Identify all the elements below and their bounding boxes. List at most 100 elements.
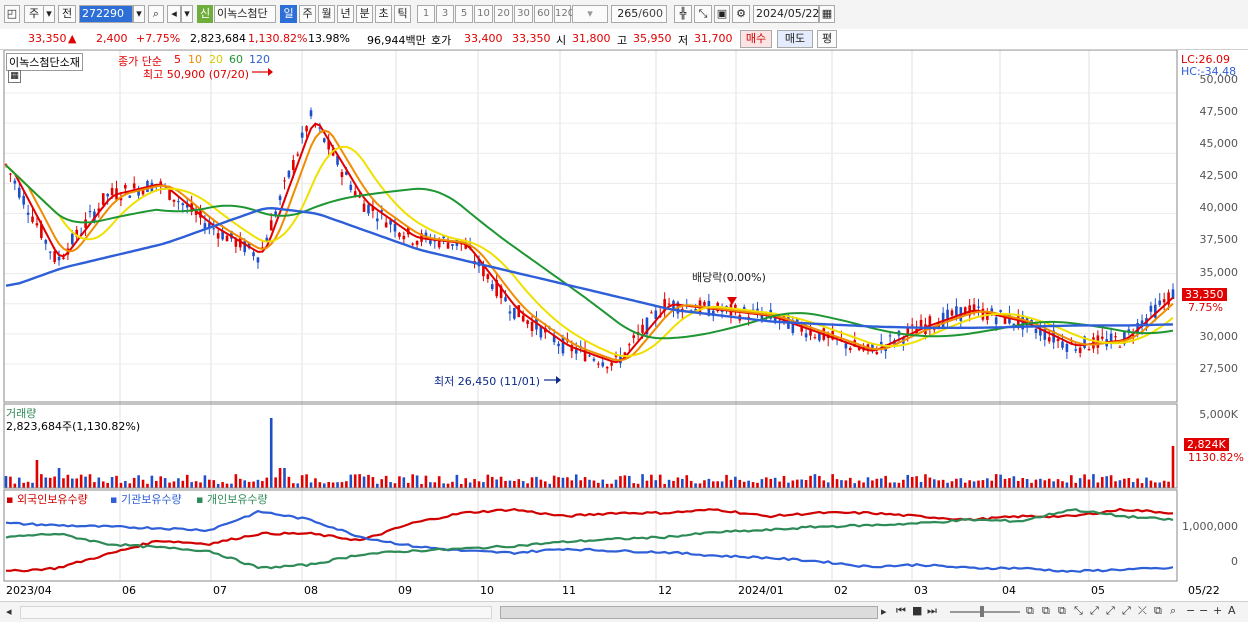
search-small-icon[interactable]: ⌕ bbox=[1170, 604, 1176, 618]
num-20[interactable]: 20 bbox=[494, 5, 513, 23]
period-day[interactable]: 일 bbox=[280, 5, 297, 23]
minus-zoom-icon[interactable]: − bbox=[1199, 604, 1208, 617]
volume-bar bbox=[963, 482, 967, 488]
eval-button[interactable]: 평 bbox=[817, 30, 837, 48]
ma-60[interactable]: 60 bbox=[229, 53, 243, 66]
code-input[interactable]: 272290 bbox=[79, 5, 133, 23]
candle-icon[interactable]: ╬ bbox=[674, 5, 692, 23]
period-month[interactable]: 월 bbox=[318, 5, 335, 23]
hold-axis-0: 0 bbox=[1231, 555, 1238, 568]
candle-body bbox=[490, 284, 494, 290]
ray-icon[interactable]: ⤢ bbox=[1122, 604, 1131, 618]
scroll-right-icon[interactable]: ▸ bbox=[881, 605, 887, 618]
mode-dropdown-icon[interactable]: ▾ bbox=[43, 5, 55, 23]
layout-icon[interactable]: ⧉ bbox=[1026, 604, 1034, 618]
num-5[interactable]: 5 bbox=[455, 5, 473, 23]
interval-dropdown[interactable]: ▾ bbox=[572, 5, 608, 23]
ma-20[interactable]: 20 bbox=[209, 53, 223, 66]
table-icon[interactable]: ▦ bbox=[8, 70, 21, 83]
num-3[interactable]: 3 bbox=[436, 5, 454, 23]
period-minute[interactable]: 분 bbox=[356, 5, 373, 23]
candle-body bbox=[451, 244, 454, 246]
layout3-icon[interactable]: ⧉ bbox=[1058, 604, 1066, 618]
num-60[interactable]: 60 bbox=[534, 5, 553, 23]
auto-scale-icon[interactable]: A bbox=[1228, 604, 1236, 617]
erase-icon[interactable]: ⤫ bbox=[1138, 604, 1147, 618]
trend-icon[interactable]: ⤢ bbox=[1090, 604, 1099, 618]
volume-bar bbox=[782, 475, 786, 488]
volume-bar bbox=[703, 480, 706, 488]
volume-bar bbox=[574, 474, 578, 488]
chart-area[interactable]: 이녹스첨단소재 종가 단순 5 10 20 60 120 ▦ 최고 50,900… bbox=[0, 50, 1248, 601]
zoom-slider[interactable] bbox=[950, 611, 1020, 613]
legend-institution-label: 기관보유수량 bbox=[120, 493, 182, 506]
volume-bar bbox=[769, 478, 773, 488]
buy-button[interactable]: 매수 bbox=[740, 30, 772, 48]
candle-body bbox=[62, 257, 65, 259]
chart-title[interactable]: 이녹스첨단소재 bbox=[6, 53, 83, 71]
stock-name[interactable]: 이녹스첨단 bbox=[214, 5, 276, 23]
volume-bar bbox=[1162, 480, 1166, 488]
count-field[interactable]: 265/600 bbox=[611, 5, 667, 23]
legend-foreign: ▪ 외국인보유수량 bbox=[6, 493, 88, 506]
stop-icon[interactable]: ■ bbox=[912, 604, 922, 617]
scroll-left-icon[interactable]: ◂ bbox=[6, 605, 12, 618]
search-icon[interactable]: ⌕ bbox=[148, 5, 164, 23]
ma-120[interactable]: 120 bbox=[249, 53, 270, 66]
ma-5[interactable]: 5 bbox=[174, 53, 181, 66]
fib-icon[interactable]: ⤢ bbox=[1106, 604, 1115, 618]
mode-button[interactable]: 주 bbox=[24, 5, 44, 23]
volume-bar bbox=[809, 475, 812, 488]
scroll-thumb[interactable] bbox=[500, 606, 878, 619]
num-30[interactable]: 30 bbox=[514, 5, 533, 23]
window-icon[interactable]: ◰ bbox=[4, 5, 20, 23]
volume-bar bbox=[420, 483, 423, 488]
last-page-icon[interactable]: ⏭ bbox=[927, 604, 937, 618]
first-page-icon[interactable]: ⏮ bbox=[896, 604, 906, 618]
volume-bar bbox=[296, 483, 300, 488]
volume-bar bbox=[353, 474, 357, 488]
zoom-slider-handle[interactable] bbox=[980, 606, 984, 617]
date-input[interactable]: 2024/05/22 bbox=[753, 5, 819, 23]
camera-icon[interactable]: ⧉ bbox=[1154, 604, 1162, 618]
volume-bar bbox=[225, 483, 229, 488]
sell-button[interactable]: 매도 bbox=[777, 30, 813, 48]
crosshair-icon[interactable]: ⤡ bbox=[694, 5, 712, 23]
candle-body bbox=[994, 317, 998, 325]
candle-body bbox=[1012, 323, 1016, 326]
ma-line-10 bbox=[5, 129, 1174, 362]
volume-bar bbox=[906, 474, 910, 488]
volume-bar bbox=[1012, 476, 1016, 488]
speaker-icon[interactable]: ◂ bbox=[167, 5, 181, 23]
ma-line-120 bbox=[5, 206, 1174, 329]
volume-bar bbox=[486, 474, 490, 488]
num-10[interactable]: 10 bbox=[474, 5, 493, 23]
dividend-note: 배당락(0.00%) bbox=[692, 271, 766, 284]
save-icon[interactable]: ▣ bbox=[714, 5, 730, 23]
num-120[interactable]: 120 bbox=[554, 5, 574, 23]
speaker-dropdown-icon[interactable]: ▾ bbox=[181, 5, 193, 23]
volume-bar bbox=[460, 483, 463, 488]
period-year[interactable]: 년 bbox=[337, 5, 354, 23]
plus-zoom-icon[interactable]: + bbox=[1213, 604, 1222, 617]
candle-body bbox=[181, 203, 185, 206]
code-dropdown-icon[interactable]: ▾ bbox=[133, 5, 145, 23]
gear-icon[interactable]: ⚙ bbox=[732, 5, 750, 23]
num-1[interactable]: 1 bbox=[417, 5, 435, 23]
candle-body bbox=[627, 344, 631, 346]
draw-icon[interactable]: ⤡ bbox=[1074, 604, 1083, 618]
minus-icon[interactable]: − bbox=[1186, 604, 1195, 617]
prev-button[interactable]: 전 bbox=[58, 5, 76, 23]
layout2-icon[interactable]: ⧉ bbox=[1042, 604, 1050, 618]
y-tick: 35,000 bbox=[1199, 266, 1239, 279]
period-second[interactable]: 초 bbox=[375, 5, 392, 23]
period-tick[interactable]: 틱 bbox=[394, 5, 411, 23]
candle-body bbox=[977, 306, 980, 308]
count-total: /600 bbox=[638, 7, 663, 20]
scroll-track[interactable] bbox=[20, 606, 492, 619]
calendar-icon[interactable]: ▦ bbox=[819, 5, 835, 23]
candle-body bbox=[35, 223, 39, 226]
period-week[interactable]: 주 bbox=[299, 5, 316, 23]
candle-body bbox=[305, 126, 308, 132]
ma-10[interactable]: 10 bbox=[188, 53, 202, 66]
